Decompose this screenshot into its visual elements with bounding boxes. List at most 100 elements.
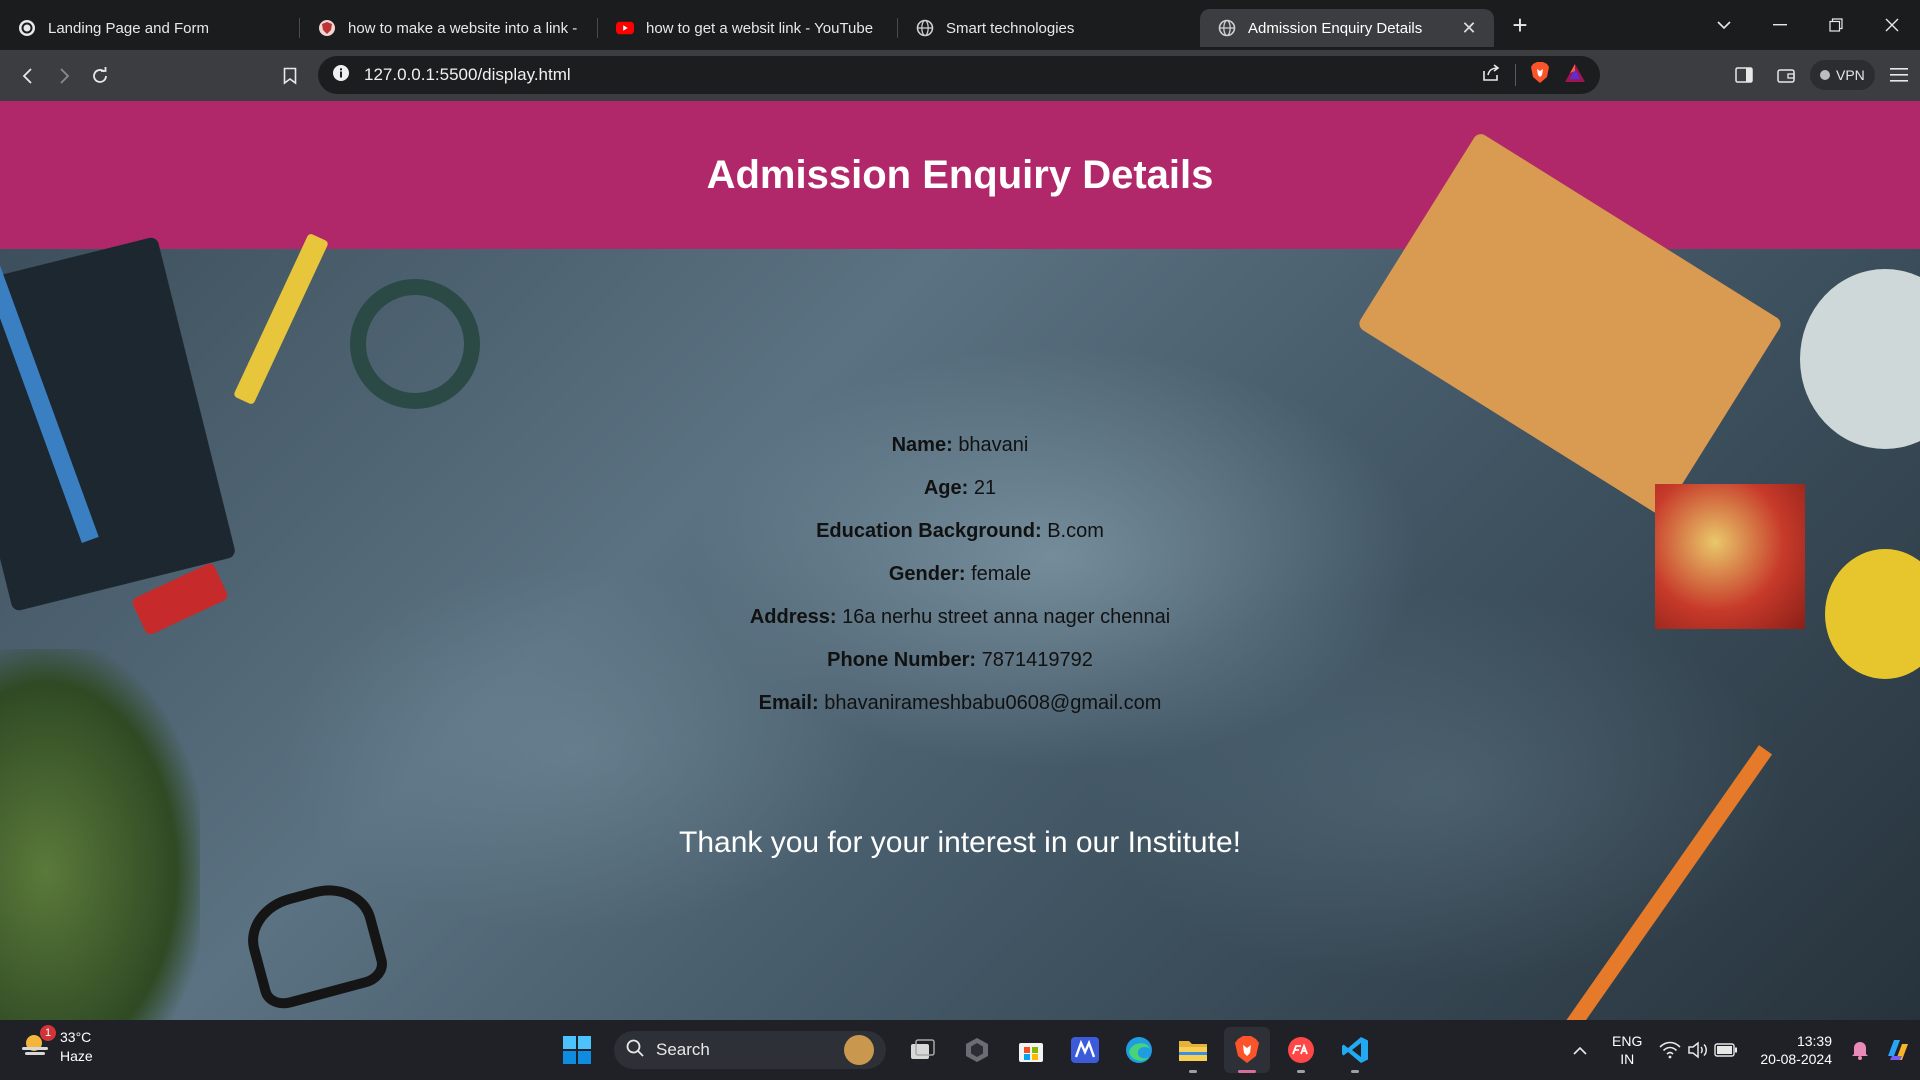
restore-button[interactable]: [1808, 0, 1864, 50]
tab-label: Landing Page and Form: [48, 19, 209, 37]
glasses-image: [237, 874, 393, 1014]
orange-pencil-image: [1563, 745, 1773, 1020]
wifi-icon[interactable]: [1656, 1036, 1684, 1064]
tab-strip: Landing Page and Form how to make a webs…: [0, 0, 1920, 50]
page-title: Admission Enquiry Details: [706, 152, 1214, 197]
vpn-label: VPN: [1836, 67, 1865, 83]
site-info-icon[interactable]: [332, 64, 350, 87]
field-label: Name:: [891, 434, 953, 456]
close-window-button[interactable]: [1864, 0, 1920, 50]
sidebar-icon[interactable]: [1726, 57, 1762, 93]
reload-icon[interactable]: [82, 58, 118, 94]
language-line1: ENG: [1612, 1033, 1643, 1049]
microsoft-store-icon[interactable]: [1008, 1027, 1054, 1073]
weather-temp: 33°C: [60, 1029, 92, 1045]
field-value: female: [971, 563, 1032, 585]
brave-shields-icon[interactable]: [1530, 61, 1550, 89]
close-tab-icon[interactable]: ✕: [1458, 18, 1480, 39]
windows-taskbar: 1 33°C Haze Search ENG IN 13:39 20-08-20…: [0, 1020, 1920, 1080]
vscode-icon[interactable]: [1332, 1027, 1378, 1073]
tab-website-link[interactable]: how to make a website into a link -: [300, 9, 598, 47]
language-indicator[interactable]: ENG IN: [1612, 1032, 1642, 1068]
tab-youtube[interactable]: how to get a websit link - YouTube: [598, 9, 898, 47]
field-label: Gender:: [888, 563, 966, 585]
file-explorer-icon[interactable]: [1170, 1027, 1216, 1073]
weather-condition: Haze: [60, 1048, 93, 1064]
openai-icon: [18, 19, 36, 37]
tab-search-chevron-icon[interactable]: [1696, 0, 1752, 50]
taskbar-apps: Search: [550, 1020, 1382, 1080]
weather-badge: 1: [40, 1025, 56, 1041]
new-tab-button[interactable]: +: [1500, 5, 1540, 45]
app-hexagon-icon[interactable]: [954, 1027, 1000, 1073]
globe-icon: [1218, 19, 1236, 37]
language-line2: IN: [1620, 1051, 1635, 1067]
running-indicator: [1351, 1070, 1359, 1073]
detail-education: Education Background: B.com: [0, 510, 1920, 553]
field-value: bhavanirameshbabu0608@gmail.com: [824, 692, 1162, 714]
globe-icon: [916, 19, 934, 37]
running-indicator: [1297, 1070, 1305, 1073]
page-viewport: Admission Enquiry Details Name: bhavani …: [0, 101, 1920, 1020]
field-label: Email:: [758, 692, 819, 714]
address-bar[interactable]: 127.0.0.1:5500/display.html: [318, 56, 1600, 94]
menu-icon[interactable]: [1881, 57, 1917, 93]
notification-bell-icon[interactable]: [1846, 1036, 1874, 1064]
url-text[interactable]: 127.0.0.1:5500/display.html: [364, 65, 571, 85]
omnibox-divider: [1515, 64, 1516, 86]
brave-rewards-icon[interactable]: [1564, 63, 1586, 88]
field-value: bhavani: [958, 434, 1029, 456]
tab-label: Admission Enquiry Details: [1248, 19, 1423, 37]
vpn-button[interactable]: VPN: [1810, 60, 1875, 90]
bowl-image: [1800, 269, 1920, 449]
yellow-pencil-image: [232, 232, 330, 406]
field-value: 16a nerhu street anna nager chennai: [842, 606, 1171, 628]
field-value: 7871419792: [981, 649, 1093, 671]
field-value: 21: [973, 477, 997, 499]
clock[interactable]: 13:39 20-08-2024: [1760, 1032, 1832, 1068]
clock-time: 13:39: [1796, 1033, 1832, 1049]
ea-app-icon[interactable]: [1278, 1027, 1324, 1073]
bookmark-icon[interactable]: [272, 58, 308, 94]
brave-browser-icon[interactable]: [1224, 1027, 1270, 1073]
tab-smart-technologies[interactable]: Smart technologies: [898, 9, 1198, 47]
minimize-button[interactable]: [1752, 0, 1808, 50]
tab-admission-enquiry[interactable]: Admission Enquiry Details ✕: [1200, 9, 1494, 47]
system-tray: ENG IN 13:39 20-08-2024: [1566, 1020, 1920, 1080]
start-button[interactable]: [554, 1027, 600, 1073]
wallet-icon[interactable]: [1768, 57, 1804, 93]
battery-icon[interactable]: [1712, 1036, 1740, 1064]
app-m-icon[interactable]: [1062, 1027, 1108, 1073]
detail-age: Age: 21: [0, 467, 1920, 510]
chevron-up-icon[interactable]: [1566, 1036, 1594, 1064]
field-label: Education Background:: [816, 520, 1042, 542]
search-highlight-icon: [844, 1035, 874, 1065]
weather-widget[interactable]: 1 33°C Haze: [20, 1025, 93, 1066]
detail-name: Name: bhavani: [0, 424, 1920, 467]
running-indicator: [1189, 1070, 1197, 1073]
tab-landing-page[interactable]: Landing Page and Form: [0, 9, 300, 47]
volume-icon[interactable]: [1684, 1036, 1712, 1064]
clock-date: 20-08-2024: [1760, 1051, 1832, 1067]
taskbar-search[interactable]: Search: [614, 1031, 886, 1069]
scissors-image: [350, 279, 480, 409]
search-label: Search: [656, 1040, 710, 1059]
enquiry-details: Name: bhavani Age: 21 Education Backgrou…: [0, 424, 1920, 725]
forward-arrow-icon[interactable]: [46, 58, 82, 94]
tab-label: how to get a websit link - YouTube: [646, 19, 874, 37]
detail-address: Address: 16a nerhu street anna nager che…: [0, 596, 1920, 639]
vpn-status-icon: [1820, 70, 1830, 80]
task-view-icon[interactable]: [900, 1027, 946, 1073]
shield-icon: [318, 19, 336, 37]
back-arrow-icon[interactable]: [10, 58, 46, 94]
edge-icon[interactable]: [1116, 1027, 1162, 1073]
share-icon[interactable]: [1481, 63, 1501, 87]
detail-phone: Phone Number: 7871419792: [0, 639, 1920, 682]
search-icon: [626, 1039, 644, 1062]
youtube-icon: [616, 19, 634, 37]
copilot-icon[interactable]: [1884, 1036, 1912, 1064]
field-label: Age:: [923, 477, 969, 499]
tab-label: Smart technologies: [946, 19, 1075, 37]
field-label: Address:: [749, 606, 837, 628]
window-controls: [1696, 0, 1920, 50]
